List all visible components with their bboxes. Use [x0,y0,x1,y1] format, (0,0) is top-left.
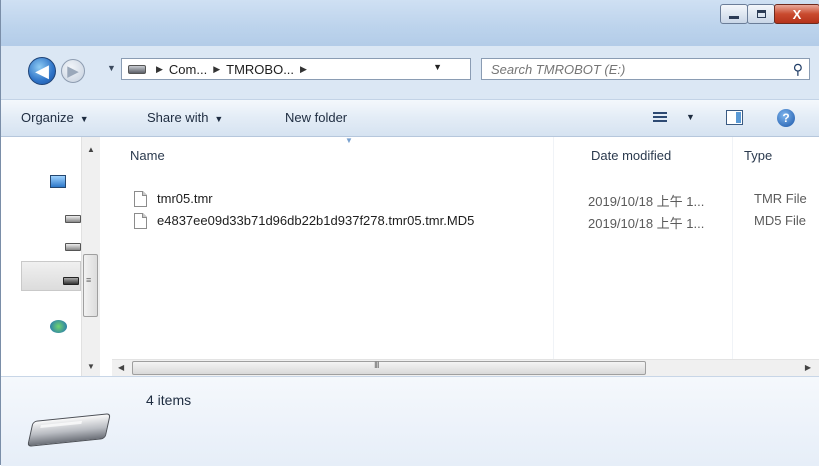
minimize-icon [729,15,739,19]
forward-button[interactable]: ▶ [61,59,85,83]
address-bar[interactable]: ▶ Com... ▶ TMROBO... ▶ ▼ ↻ [121,58,583,80]
recent-pages-dropdown[interactable]: ▼ [107,63,116,73]
file-type: TMR File [754,191,807,206]
search-icon[interactable]: ⚲ [793,61,803,78]
column-divider [732,137,733,377]
caption-buttons: X [720,4,819,24]
file-name: e4837ee09d33b71d96db22b1d937f278.tmr05.t… [157,213,475,228]
scrollbar-thumb[interactable] [83,254,98,317]
file-icon [134,191,147,207]
close-icon: X [792,6,802,22]
view-options-dropdown[interactable]: ▼ [686,112,695,122]
file-icon [134,213,147,229]
file-row[interactable]: tmr05.tmr 2019/10/18 上午 1... TMR File [101,188,819,210]
file-date: 2019/10/18 上午 1... [588,194,705,209]
network-icon[interactable] [50,320,67,333]
details-pane: 4 items [1,376,819,466]
chevron-right-icon[interactable]: ▶ [300,64,307,75]
scroll-right-arrow[interactable]: ▶ [805,363,811,372]
share-with-label: Share with [147,110,209,125]
item-count: 4 items [146,392,192,408]
back-button[interactable]: ◀ [28,57,56,85]
maximize-button[interactable] [747,4,775,24]
nav-scrollbar[interactable]: ▲ ≡ ▼ [81,137,100,376]
organize-button[interactable]: Organize ▼ [21,110,89,125]
column-header-name[interactable]: Name [130,148,165,163]
search-input[interactable] [491,61,771,77]
chevron-right-icon[interactable]: ▶ [156,64,163,75]
help-icon[interactable]: ? [777,109,795,127]
scrollbar-thumb[interactable] [132,361,646,375]
maximize-icon [756,10,766,18]
file-name: tmr05.tmr [157,191,213,206]
scroll-up-arrow[interactable]: ▲ [87,145,95,154]
explorer-window: X ◀ ▶ ▼ ▶ Com... ▶ TMROBO... ▶ ▼ ↻ ⚲ Org… [0,0,819,466]
drive-icon [27,413,111,447]
column-name-label: Name [130,148,165,163]
removable-drive-icon[interactable] [63,277,79,285]
file-type: MD5 File [754,213,807,228]
navigation-pane: ▲ ≡ ▼ [1,137,101,376]
new-folder-label: New folder [285,110,348,125]
drive-icon[interactable] [65,215,81,223]
drive-icon[interactable] [65,243,81,251]
content-area: ▲ ≡ ▼ Name ▼ Date modified Type tmr05.tm… [1,136,819,377]
scroll-left-arrow[interactable]: ◀ [118,363,124,372]
sort-indicator-icon: ▼ [345,136,353,145]
title-bar: X [1,0,819,46]
share-with-button[interactable]: Share with ▼ [147,110,223,125]
preview-pane-icon[interactable] [726,110,743,125]
search-box[interactable]: ⚲ [481,58,810,80]
nav-item-selected[interactable] [21,261,81,291]
computer-icon[interactable] [50,175,66,188]
file-list: Name ▼ Date modified Type tmr05.tmr 2019… [101,136,819,377]
chevron-down-icon: ▼ [214,114,224,124]
column-header-date-modified[interactable]: Date modified [591,148,671,163]
scroll-down-arrow[interactable]: ▼ [87,362,95,371]
breadcrumb-tmrobot[interactable]: TMROBO... [226,62,294,77]
address-dropdown-button[interactable]: ▼ [433,62,442,72]
close-button[interactable]: X [774,4,819,24]
address-row: ◀ ▶ ▼ ▶ Com... ▶ TMROBO... ▶ ▼ ↻ ⚲ [1,50,819,90]
horizontal-scrollbar[interactable]: ◀ III ▶ [112,359,819,376]
scrollbar-grip: III [374,360,379,370]
chevron-right-icon[interactable]: ▶ [213,64,220,75]
change-view-icon[interactable] [653,112,667,123]
scrollbar-grip: ≡ [86,275,92,285]
column-date-label: Date modified [591,148,672,163]
file-date: 2019/10/18 上午 1... [588,216,705,231]
column-divider [553,137,554,377]
minimize-button[interactable] [720,4,748,24]
column-header-type[interactable]: Type [744,148,772,163]
file-row[interactable]: e4837ee09d33b71d96db22b1d937f278.tmr05.t… [101,210,819,232]
forward-arrow-icon: ▶ [67,63,79,80]
drive-icon [128,64,146,74]
column-type-label: Type [744,148,773,163]
command-bar: Organize ▼ Share with ▼ New folder ▼ ? [1,99,819,137]
breadcrumb-computer[interactable]: Com... [169,62,207,77]
new-folder-button[interactable]: New folder [285,110,347,125]
back-arrow-icon: ◀ [35,60,49,81]
chevron-down-icon: ▼ [79,114,89,124]
organize-label: Organize [21,110,74,125]
